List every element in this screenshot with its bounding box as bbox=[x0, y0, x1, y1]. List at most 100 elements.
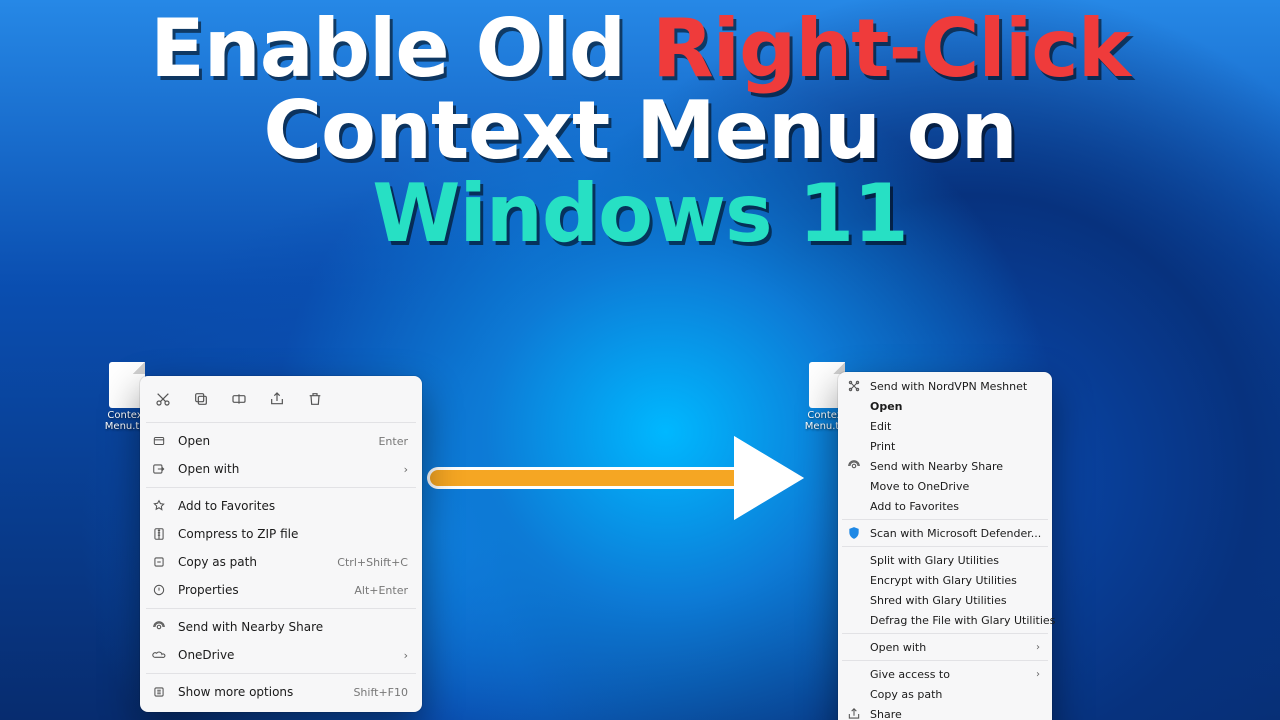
context-menu-label: Split with Glary Utilities bbox=[870, 554, 1040, 567]
context-menu-item[interactable]: Give access to › bbox=[838, 664, 1052, 684]
context-menu-item[interactable]: Open bbox=[838, 396, 1052, 416]
separator bbox=[842, 660, 1048, 661]
context-menu-item[interactable]: Defrag the File with Glary Utilities bbox=[838, 610, 1052, 630]
nearby-icon bbox=[150, 618, 168, 636]
onedrive-icon bbox=[150, 646, 168, 664]
context-menu-label: Copy as path bbox=[178, 555, 327, 569]
separator bbox=[146, 673, 416, 674]
context-menu-item[interactable]: Copy as path bbox=[838, 684, 1052, 704]
keyboard-hint: Ctrl+Shift+C bbox=[337, 556, 408, 569]
context-menu-label: Add to Favorites bbox=[870, 500, 1040, 513]
context-menu-item[interactable]: Compress to ZIP file bbox=[140, 520, 422, 548]
blank-icon bbox=[846, 552, 862, 568]
context-menu-item[interactable]: Edit bbox=[838, 416, 1052, 436]
nearby-icon bbox=[846, 458, 862, 474]
keyboard-hint: Enter bbox=[378, 435, 408, 448]
context-menu-label: Encrypt with Glary Utilities bbox=[870, 574, 1040, 587]
separator bbox=[842, 519, 1048, 520]
context-menu-item[interactable]: Copy as path Ctrl+Shift+C bbox=[140, 548, 422, 576]
title-right-click: Right-Click bbox=[652, 2, 1130, 95]
context-menu-label: Compress to ZIP file bbox=[178, 527, 408, 541]
context-menu-label: Open bbox=[870, 400, 1040, 413]
blank-icon bbox=[846, 686, 862, 702]
keyboard-hint: Shift+F10 bbox=[353, 686, 408, 699]
openwith-icon bbox=[150, 460, 168, 478]
blank-icon bbox=[846, 572, 862, 588]
context-menu-item[interactable]: Send with NordVPN Meshnet bbox=[838, 376, 1052, 396]
context-menu-label: OneDrive bbox=[178, 648, 394, 662]
context-menu-item[interactable]: Split with Glary Utilities bbox=[838, 550, 1052, 570]
context-menu-label: Properties bbox=[178, 583, 344, 597]
context-menu-item[interactable]: Add to Favorites bbox=[140, 492, 422, 520]
blank-icon bbox=[846, 612, 862, 628]
properties-icon bbox=[150, 581, 168, 599]
context-menu-item[interactable]: Add to Favorites bbox=[838, 496, 1052, 516]
context-menu-item[interactable]: Properties Alt+Enter bbox=[140, 576, 422, 604]
context-menu-item[interactable]: Open with › bbox=[838, 637, 1052, 657]
context-menu-item[interactable]: Share bbox=[838, 704, 1052, 720]
meshnet-icon bbox=[846, 378, 862, 394]
zip-icon bbox=[150, 525, 168, 543]
open-icon bbox=[150, 432, 168, 450]
copy-icon[interactable] bbox=[190, 388, 212, 410]
blank-icon bbox=[846, 398, 862, 414]
blank-icon bbox=[846, 592, 862, 608]
title-context-menu: Context Menu on bbox=[0, 90, 1280, 172]
context-menu-label: Shred with Glary Utilities bbox=[870, 594, 1040, 607]
context-menu-toolbar bbox=[140, 382, 422, 418]
transition-arrow bbox=[430, 470, 750, 486]
context-menu-item[interactable]: Scan with Microsoft Defender... bbox=[838, 523, 1052, 543]
share-icon bbox=[846, 706, 862, 720]
delete-icon[interactable] bbox=[304, 388, 326, 410]
chevron-right-icon: › bbox=[404, 649, 408, 662]
context-menu-label: Copy as path bbox=[870, 688, 1040, 701]
favorite-icon bbox=[150, 497, 168, 515]
context-menu-label: Send with Nearby Share bbox=[870, 460, 1040, 473]
shield-icon bbox=[846, 525, 862, 541]
context-menu-item[interactable]: OneDrive › bbox=[140, 641, 422, 669]
blank-icon bbox=[846, 498, 862, 514]
context-menu-item[interactable]: Move to OneDrive bbox=[838, 476, 1052, 496]
context-menu-label: Give access to bbox=[870, 668, 1028, 681]
rename-icon[interactable] bbox=[228, 388, 250, 410]
context-menu-item[interactable]: Open Enter bbox=[140, 427, 422, 455]
share-icon[interactable] bbox=[266, 388, 288, 410]
context-menu-label: Add to Favorites bbox=[178, 499, 408, 513]
chevron-right-icon: › bbox=[404, 463, 408, 476]
context-menu-item[interactable]: Print bbox=[838, 436, 1052, 456]
context-menu-item[interactable]: Send with Nearby Share bbox=[838, 456, 1052, 476]
title-enable-old: Enable Old bbox=[150, 2, 652, 95]
context-menu-label: Open with bbox=[178, 462, 394, 476]
context-menu-item[interactable]: Open with › bbox=[140, 455, 422, 483]
separator bbox=[146, 422, 416, 423]
context-menu-label: Show more options bbox=[178, 685, 343, 699]
title-windows-11: Windows 11 bbox=[0, 173, 1280, 255]
separator bbox=[842, 633, 1048, 634]
context-menu-label: Share bbox=[870, 708, 1040, 720]
separator bbox=[146, 608, 416, 609]
blank-icon bbox=[846, 478, 862, 494]
context-menu-item[interactable]: Shred with Glary Utilities bbox=[838, 590, 1052, 610]
context-menu-label: Edit bbox=[870, 420, 1040, 433]
keyboard-hint: Alt+Enter bbox=[354, 584, 408, 597]
context-menu-label: Open with bbox=[870, 641, 1028, 654]
blank-icon bbox=[846, 438, 862, 454]
context-menu-label: Defrag the File with Glary Utilities bbox=[870, 614, 1055, 627]
context-menu-label: Scan with Microsoft Defender... bbox=[870, 527, 1041, 540]
classic-context-menu: Send with NordVPN Meshnet Open Edit Print Se… bbox=[838, 372, 1052, 720]
blank-icon bbox=[846, 639, 862, 655]
separator bbox=[146, 487, 416, 488]
context-menu-label: Move to OneDrive bbox=[870, 480, 1040, 493]
thumbnail-title: Enable Old Right-Click Context Menu on W… bbox=[0, 8, 1280, 255]
chevron-right-icon: › bbox=[1036, 669, 1040, 680]
context-menu-label: Open bbox=[178, 434, 368, 448]
context-menu-label: Print bbox=[870, 440, 1040, 453]
blank-icon bbox=[846, 418, 862, 434]
context-menu-item[interactable]: Show more options Shift+F10 bbox=[140, 678, 422, 706]
cut-icon[interactable] bbox=[152, 388, 174, 410]
blank-icon bbox=[846, 666, 862, 682]
context-menu-item[interactable]: Encrypt with Glary Utilities bbox=[838, 570, 1052, 590]
context-menu-item[interactable]: Send with Nearby Share bbox=[140, 613, 422, 641]
separator bbox=[842, 546, 1048, 547]
chevron-right-icon: › bbox=[1036, 642, 1040, 653]
